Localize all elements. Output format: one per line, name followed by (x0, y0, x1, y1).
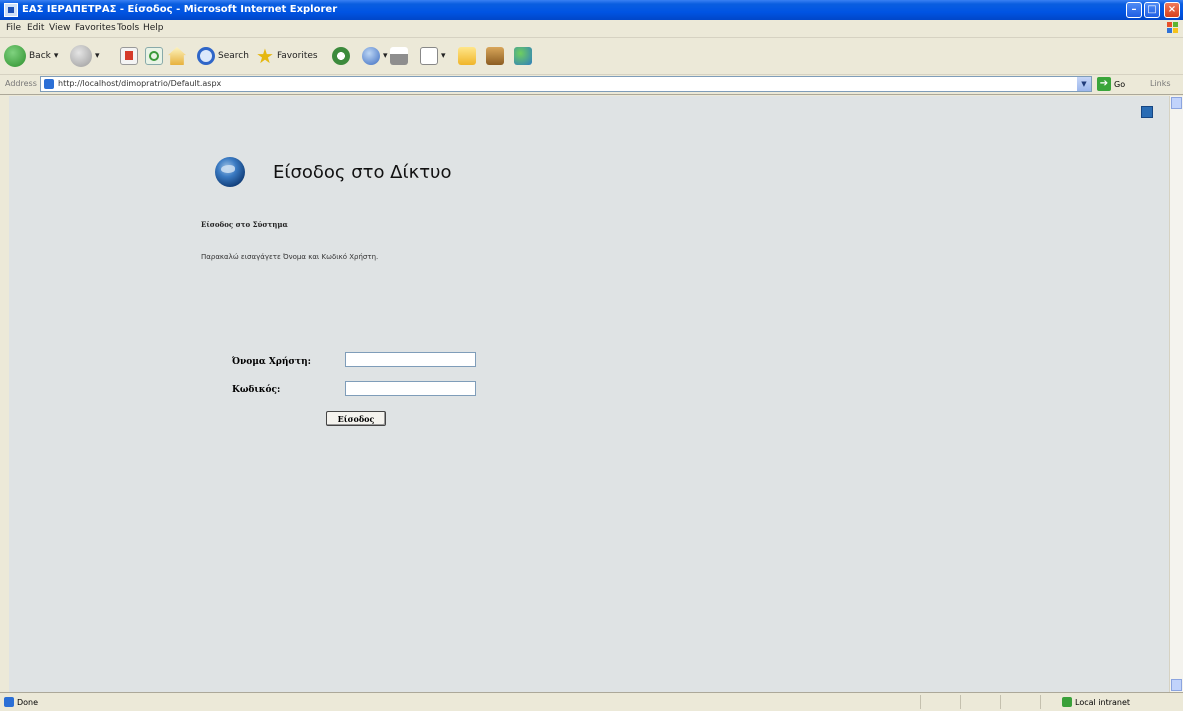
intranet-zone-icon (1062, 697, 1072, 707)
favorites-button[interactable]: ★ Favorites (256, 44, 318, 68)
edit-document-icon (420, 47, 438, 65)
corner-page-icon (1141, 106, 1153, 118)
discuss-button[interactable] (458, 44, 476, 68)
history-icon (332, 47, 350, 65)
globe-icon (215, 157, 245, 187)
edit-dropdown-icon: ▾ (441, 51, 446, 61)
forward-arrow-icon (70, 45, 92, 67)
menu-bar: File Edit View Favorites Tools Help (0, 20, 1183, 38)
go-label: Go (1114, 79, 1126, 89)
section-heading: Είσοδος στο Σύστημα (201, 220, 288, 229)
status-done: Done (4, 697, 38, 707)
page-content: Είσοδος στο Δίκτυο Είσοδος στο Σύστημα Π… (9, 96, 1169, 692)
address-dropdown-icon[interactable]: ▼ (1077, 77, 1091, 91)
search-icon (197, 47, 215, 65)
username-input[interactable] (345, 352, 476, 367)
address-input[interactable]: http://localhost/dimopratrio/Default.asp… (40, 76, 1092, 92)
zone-text: Local intranet (1075, 697, 1131, 707)
minimize-icon: – (1131, 4, 1137, 15)
home-button[interactable] (168, 44, 186, 68)
menu-help[interactable]: Help (143, 23, 164, 33)
menu-file[interactable]: File (6, 23, 21, 33)
page-title: Είσοδος στο Δίκτυο (273, 162, 452, 183)
research-books-icon (486, 47, 504, 65)
go-arrow-icon: ➔ (1097, 77, 1111, 91)
stop-icon (120, 47, 138, 65)
messenger-icon (514, 47, 532, 65)
history-button[interactable] (332, 44, 350, 68)
menu-favorites[interactable]: Favorites (75, 23, 116, 33)
print-icon (390, 47, 408, 65)
mail-button[interactable]: ▾ (362, 44, 388, 68)
menu-tools[interactable]: Tools (117, 23, 139, 33)
done-page-icon (4, 697, 14, 707)
maximize-icon: □ (1147, 4, 1157, 15)
status-divider (920, 695, 921, 709)
links-button[interactable]: Links (1150, 79, 1171, 88)
close-icon: × (1167, 4, 1177, 15)
ie-app-icon (4, 3, 18, 17)
edit-button[interactable]: ▾ (420, 44, 446, 68)
status-text: Done (17, 697, 39, 707)
security-zone: Local intranet (1062, 697, 1130, 707)
search-label: Search (218, 51, 249, 61)
search-button[interactable]: Search (197, 44, 249, 68)
window-left-border (0, 96, 9, 692)
back-button[interactable]: Back ▾ (4, 44, 58, 68)
status-divider (960, 695, 961, 709)
menu-edit[interactable]: Edit (27, 23, 44, 33)
refresh-icon (145, 47, 163, 65)
windows-flag-icon (1167, 22, 1178, 33)
password-label: Κωδικός: (232, 385, 281, 395)
scroll-up-icon[interactable] (1171, 97, 1182, 109)
username-label: Όνομα Χρήστη: (232, 357, 311, 367)
favorites-label: Favorites (276, 51, 318, 61)
page-icon (44, 79, 54, 89)
window-title: ΕΑΣ ΙΕΡΑΠΕΤΡΑΣ - Είσοδος - Microsoft Int… (22, 4, 338, 15)
back-label: Back (29, 51, 51, 61)
back-arrow-icon (4, 45, 26, 67)
research-button[interactable] (486, 44, 504, 68)
go-button[interactable]: ➔ Go (1097, 77, 1125, 91)
favorites-star-icon: ★ (256, 44, 274, 68)
scroll-down-icon[interactable] (1171, 679, 1182, 691)
forward-button[interactable]: ▾ (70, 44, 100, 68)
login-instruction: Παρακαλώ εισαγάγετε Όνομα και Κωδικό Χρή… (201, 253, 379, 261)
vertical-scrollbar[interactable] (1169, 96, 1183, 692)
forward-dropdown-icon: ▾ (95, 51, 100, 61)
mail-icon (362, 47, 380, 65)
menu-view[interactable]: View (49, 23, 70, 33)
status-divider (1000, 695, 1001, 709)
standard-toolbar: Back ▾ ▾ Search ★ Favorites ▾ ▾ (0, 38, 1183, 75)
window-titlebar: ΕΑΣ ΙΕΡΑΠΕΤΡΑΣ - Είσοδος - Microsoft Int… (0, 0, 1183, 20)
status-bar: Done Local intranet (0, 692, 1183, 711)
password-input[interactable] (345, 381, 476, 396)
messenger-button[interactable] (514, 44, 532, 68)
address-url: http://localhost/dimopratrio/Default.asp… (58, 79, 222, 88)
maximize-button[interactable]: □ (1144, 2, 1160, 18)
address-bar: Address http://localhost/dimopratrio/Def… (0, 75, 1183, 95)
folder-icon (458, 47, 476, 65)
status-divider (1040, 695, 1041, 709)
refresh-button[interactable] (145, 44, 163, 68)
mail-dropdown-icon: ▾ (383, 51, 388, 61)
stop-button[interactable] (120, 44, 138, 68)
login-button[interactable]: Είσοδος (326, 411, 386, 426)
close-button[interactable]: × (1164, 2, 1180, 18)
minimize-button[interactable]: – (1126, 2, 1142, 18)
home-icon (168, 47, 186, 65)
back-dropdown-icon: ▾ (53, 51, 59, 61)
print-button[interactable] (390, 44, 408, 68)
address-label: Address (5, 79, 37, 88)
